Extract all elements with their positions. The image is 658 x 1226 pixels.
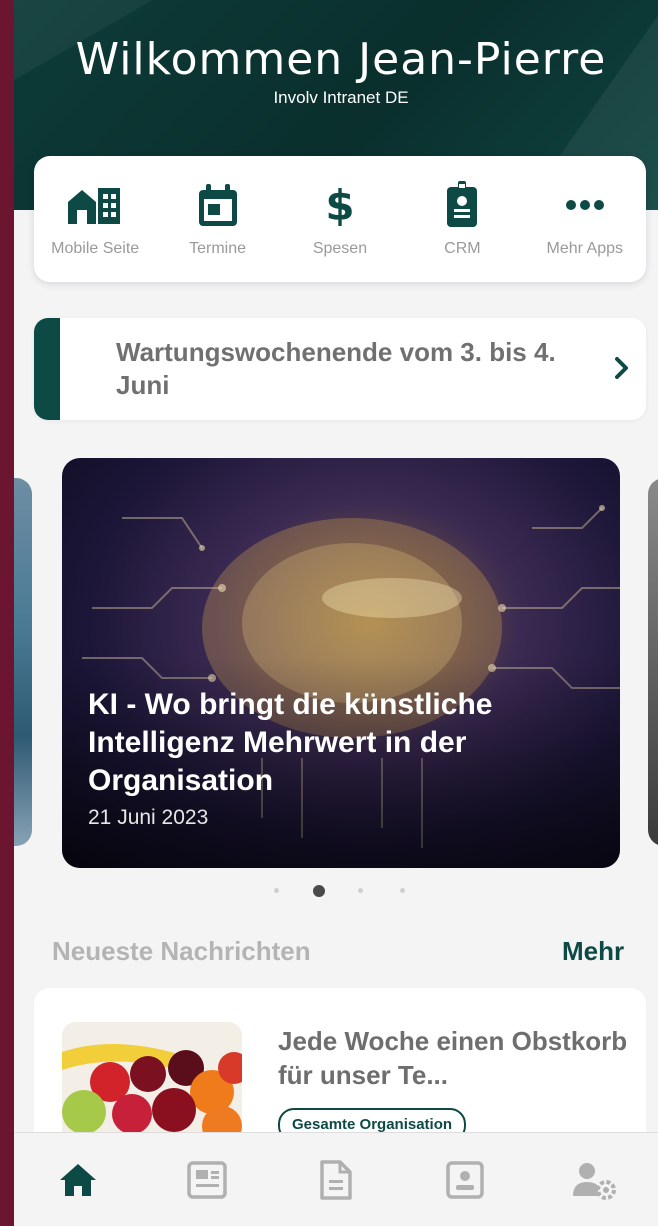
app-label: Termine: [189, 240, 247, 257]
app-termine[interactable]: Termine: [162, 182, 274, 258]
app-label: CRM: [444, 240, 481, 257]
chevron-right-icon: [612, 354, 632, 387]
app-label: Mehr Apps: [546, 240, 623, 257]
pagination-dot[interactable]: [358, 888, 363, 893]
carousel-prev-card[interactable]: [14, 478, 32, 846]
pagination-dot[interactable]: [274, 888, 279, 893]
calendar-icon: [195, 182, 241, 228]
intranet-subtitle: Involv Intranet DE: [273, 88, 409, 107]
notice-accent-bar: [34, 318, 60, 420]
id-badge-icon: [444, 181, 480, 228]
app-label: Mobile Seite: [51, 240, 140, 257]
news-section-title: Neueste Nachrichten: [52, 936, 311, 966]
hero-title: KI - Wo bringt die künstliche Intelligen…: [88, 688, 493, 797]
contact-card-icon: [446, 1160, 484, 1199]
news-title: Jede Woche einen Obstkorb für unser Te..…: [278, 1026, 628, 1090]
app-mehr-apps[interactable]: Mehr Apps: [529, 182, 641, 258]
fruit-basket-image: [62, 1022, 242, 1132]
tab-news[interactable]: [167, 1150, 247, 1210]
maintenance-notice[interactable]: Wartungswochenende vom 3. bis 4. Juni: [34, 318, 646, 420]
tab-contacts[interactable]: [425, 1150, 505, 1210]
quick-apps-card: Mobile Seite Termine $ Spesen CRM Mehr A…: [34, 156, 646, 282]
home-icon: [60, 1163, 97, 1196]
bottom-tab-bar: [14, 1132, 658, 1226]
buildings-icon: [66, 182, 124, 228]
pagination-dot[interactable]: [400, 888, 405, 893]
app-crm[interactable]: CRM: [406, 181, 518, 258]
tab-profile-settings[interactable]: [554, 1150, 634, 1210]
welcome-title: Wilkommen Jean-Pierre: [75, 34, 607, 85]
featured-article-card[interactable]: KI - Wo bringt die künstliche Intelligen…: [62, 458, 620, 868]
notice-text: Wartungswochenende vom 3. bis 4. Juni: [116, 337, 556, 400]
tab-home[interactable]: [38, 1150, 118, 1210]
app-screen: Wilkommen Jean-Pierre Involv Intranet DE…: [14, 0, 658, 1226]
carousel-pagination: [14, 884, 658, 900]
news-more-link[interactable]: Mehr: [562, 936, 624, 967]
news-icon: [187, 1160, 227, 1199]
carousel-next-card[interactable]: [648, 478, 658, 846]
user-settings-icon: [572, 1162, 616, 1200]
hero-date: 21 Juni 2023: [88, 806, 209, 829]
pagination-dot-active[interactable]: [313, 885, 325, 897]
app-spesen[interactable]: $ Spesen: [284, 182, 396, 258]
document-icon: [320, 1159, 352, 1200]
news-card[interactable]: Jede Woche einen Obstkorb für unser Te..…: [34, 988, 646, 1142]
tab-documents[interactable]: [296, 1150, 376, 1210]
svg-text:$: $: [325, 182, 354, 228]
more-dots-icon: [565, 182, 605, 228]
app-label: Spesen: [312, 240, 368, 257]
app-mobile-seite[interactable]: Mobile Seite: [39, 182, 151, 258]
dollar-icon: $: [323, 182, 357, 228]
